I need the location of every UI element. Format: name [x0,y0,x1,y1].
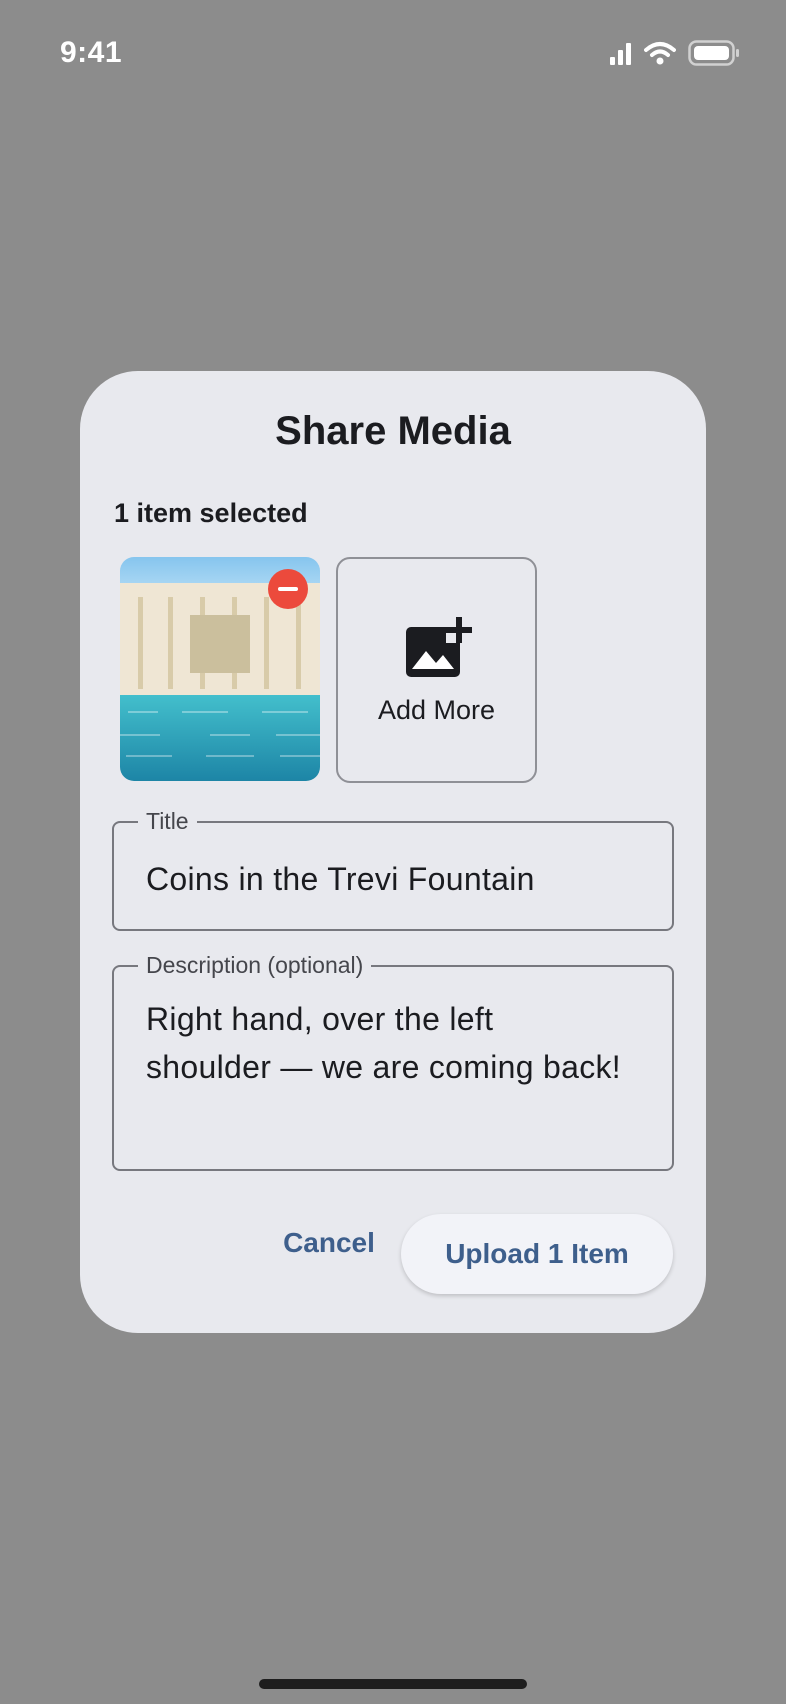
add-photo-icon [406,617,472,682]
signal-icon [610,41,632,70]
wifi-icon [644,41,676,70]
description-line: Right hand, over the left [146,1001,494,1037]
description-field[interactable]: Description (optional) Right hand, over … [112,951,674,1171]
title-field-value[interactable]: Coins in the Trevi Fountain [146,855,648,903]
description-line: shoulder — we are coming back! [146,1049,621,1085]
upload-button[interactable]: Upload 1 Item [401,1214,673,1294]
home-indicator[interactable] [259,1679,527,1689]
status-icons [610,40,740,71]
description-field-label: Description (optional) [138,951,372,979]
cancel-button[interactable]: Cancel [260,1203,398,1283]
add-more-button[interactable]: Add More [336,557,537,783]
add-more-label: Add More [377,695,496,725]
status-bar: 9:41 [0,0,786,110]
description-field-value[interactable]: Right hand, over the left shoulder — we … [146,995,648,1091]
status-time: 9:41 [60,36,123,69]
title-field-label: Title [138,807,197,835]
title-field[interactable]: Title Coins in the Trevi Fountain [112,807,674,931]
dialog-title: Share Media [275,409,511,453]
selection-count: 1 item selected [114,498,308,528]
battery-icon [688,40,740,71]
share-media-dialog: Share Media 1 item selected Add More Tit… [80,371,706,1333]
remove-icon[interactable] [268,569,308,609]
